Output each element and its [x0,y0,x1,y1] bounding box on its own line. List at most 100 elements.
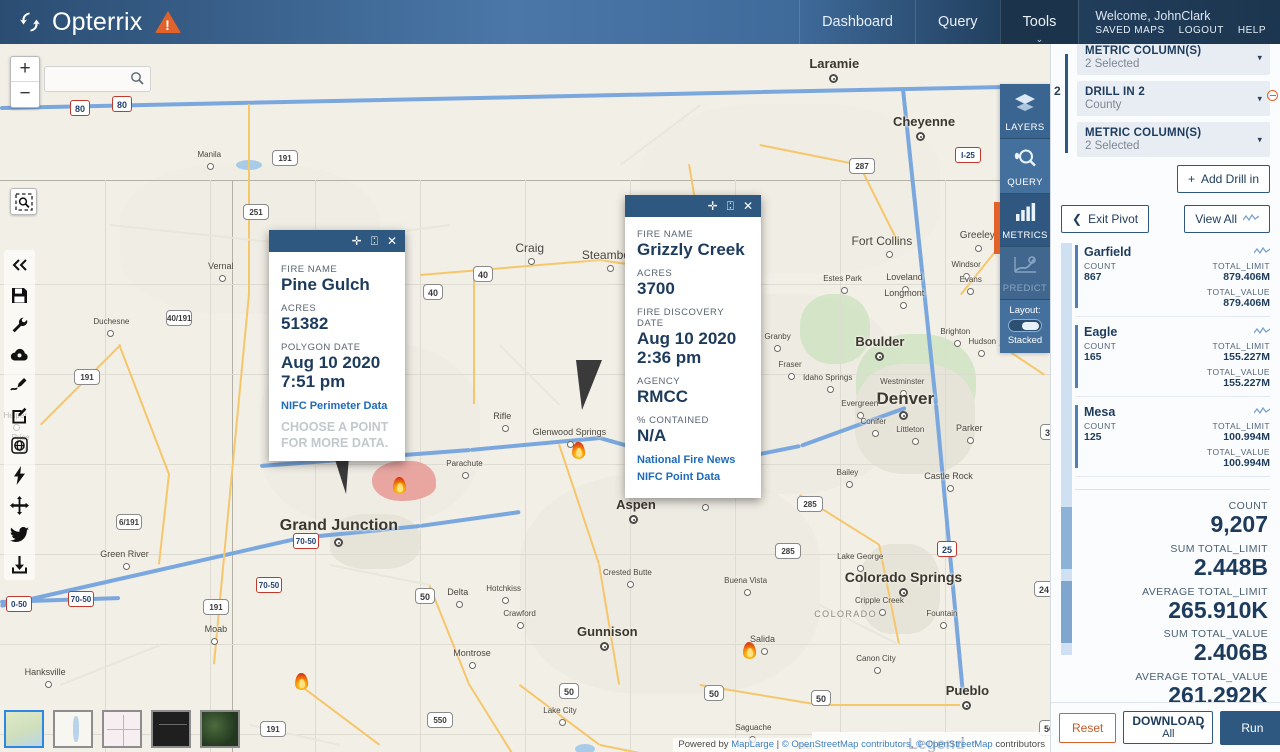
metric-columns-select-2[interactable]: METRIC COLUMN(S) 2 Selected ▾ [1077,122,1270,157]
map-canvas[interactable]: Laramie Cheyenne Fort Collins Greeley Windso… [0,44,1050,752]
maplarge-link[interactable]: MapLarge [731,739,774,750]
field-value: 51382 [281,314,329,334]
box-zoom-button[interactable] [10,188,37,215]
basemap-satellite[interactable] [200,710,240,748]
move-icon[interactable]: ✛ [352,235,362,247]
popup-titlebar[interactable]: ✛ ⍠ ✕ [269,230,405,252]
basemap-switcher[interactable] [4,710,240,748]
map-tool-tabs[interactable]: LAYERS QUERY METRICS PREDICT Layout: Sta… [994,84,1050,353]
sparkline-icon[interactable] [1253,406,1271,418]
county-row-eagle[interactable]: Eagle COUNT 165 TOTAL_LIMIT 155.227M TOT… [1075,323,1271,397]
download-icon[interactable] [8,554,32,576]
edit-note-icon[interactable] [8,404,32,426]
cloud-icon[interactable] [8,344,32,366]
popup-link[interactable]: National Fire News [637,454,749,466]
popup-pine-gulch[interactable]: ✛ ⍠ ✕ FIRE NAME Pine Gulch ACRES 51382 P… [269,230,405,462]
total-value: 9,207 [1210,511,1268,537]
osm-link-2[interactable]: © OpenStreetMap [916,739,993,750]
map-view[interactable]: Laramie Cheyenne Fort Collins Greeley Windso… [0,44,1050,752]
county-row-garfield[interactable]: Garfield COUNT 867 TOTAL_LIMIT 879.406M … [1075,243,1271,317]
wrench-icon[interactable] [8,314,32,336]
panel-scroll-area[interactable]: 2 METRIC COLUMN(S) 2 Selected ▾ DRILL IN… [1051,44,1280,702]
place-label: Conifer [860,417,887,426]
nav-tools[interactable]: Tools ⌄ [999,0,1079,44]
metric-value: 155.227M [1223,377,1270,389]
metric-columns-select-1[interactable]: METRIC COLUMN(S) 2 Selected ▾ [1077,44,1270,75]
field-value: 2 Selected [1085,140,1140,152]
run-button[interactable]: Run [1220,710,1280,745]
tab-query[interactable]: QUERY [1000,139,1050,194]
group-accent-bar [1065,54,1068,153]
city-marker [962,701,971,710]
popup-grizzly-creek[interactable]: ✛ ⍠ ✕ FIRE NAME Grizzly Creek ACRES 3700… [625,195,761,499]
city-marker [872,430,879,437]
popup-link[interactable]: NIFC Perimeter Data [281,400,393,412]
county-row-mesa[interactable]: Mesa COUNT 125 TOTAL_LIMIT 100.994M TOTA… [1075,403,1271,477]
basemap-light[interactable] [53,710,93,748]
route-shield: 25 [937,541,957,557]
saved-maps-link[interactable]: SAVED MAPS [1095,25,1164,36]
chevron-down-icon[interactable]: ▾ [1257,93,1262,104]
map-left-toolbar[interactable] [4,250,35,580]
pin-icon[interactable]: ⍠ [727,200,734,212]
place-label: Idaho Springs [802,373,853,382]
collapse-icon[interactable] [8,254,32,276]
chevron-down-icon[interactable]: ▾ [1200,722,1205,733]
city-marker [978,350,985,357]
layout-toggle-switch[interactable] [1008,319,1042,332]
place-label: Westminster [880,377,925,386]
reset-button[interactable]: Reset [1059,712,1117,743]
city-marker [627,581,634,588]
zoom-in-button[interactable]: + [11,57,39,82]
exit-pivot-button[interactable]: ❮ Exit Pivot [1061,205,1150,233]
popup-titlebar[interactable]: ✛ ⍠ ✕ [625,195,761,217]
twitter-icon[interactable] [8,524,32,546]
tab-layers-label: LAYERS [1005,122,1045,133]
zoom-out-button[interactable]: − [11,82,39,107]
remove-drill-icon[interactable] [1267,90,1278,101]
view-all-button[interactable]: View All [1184,205,1270,233]
sparkline-icon[interactable] [1253,246,1271,258]
move-icon[interactable]: ✛ [708,200,718,212]
popup-link[interactable]: NIFC Point Data [637,471,749,483]
save-icon[interactable] [8,284,32,306]
logout-link[interactable]: LOGOUT [1179,25,1224,36]
close-icon[interactable]: ✕ [387,235,397,247]
drill-in-2-select[interactable]: DRILL IN 2 County ▾ [1077,81,1278,116]
tab-metrics[interactable]: METRICS [994,194,1050,254]
chevron-down-icon[interactable]: ▾ [1257,52,1262,63]
totals-summary: COUNT 9,207 SUM TOTAL_LIMIT 2.448B AVERA… [1075,489,1270,702]
nav-query[interactable]: Query [915,0,1000,44]
field-label: % CONTAINED [637,415,709,427]
help-link[interactable]: HELP [1238,25,1266,36]
lightning-icon[interactable] [8,464,32,486]
place-label: Laramie [809,56,860,71]
draw-pencil-icon[interactable] [8,374,32,396]
metrics-gauge [1061,243,1072,655]
city-marker [761,648,768,655]
add-drill-in-button[interactable]: + Add Drill in [1176,165,1270,193]
nav-dashboard[interactable]: Dashboard [799,0,915,44]
basemap-dark[interactable] [151,710,191,748]
map-search-box[interactable] [44,66,151,92]
place-label: Parker [955,423,983,433]
sparkline-icon[interactable] [1253,326,1271,338]
globe-icon[interactable] [8,434,32,456]
warning-triangle-icon[interactable]: ! [154,10,181,34]
pin-icon[interactable]: ⍠ [371,235,378,247]
download-button[interactable]: DOWNLOAD All ▾ [1123,710,1214,745]
road-segment [298,684,380,746]
zoom-controls[interactable]: + − [10,56,40,108]
basemap-street[interactable] [4,710,44,748]
pan-move-icon[interactable] [8,494,32,516]
metric-label: COUNT [1084,261,1117,271]
osm-link-1[interactable]: © OpenStreetMap contributors [782,739,911,750]
close-icon[interactable]: ✕ [743,200,753,212]
chevron-down-icon[interactable]: ▾ [1257,134,1262,145]
layout-toggle[interactable]: Layout: Stacked [1000,300,1050,353]
route-shield: 40 [423,284,443,300]
county-metrics-list[interactable]: Garfield COUNT 867 TOTAL_LIMIT 879.406M … [1061,243,1271,702]
basemap-pale[interactable] [102,710,142,748]
tab-layers[interactable]: LAYERS [1000,84,1050,139]
brand-logo[interactable]: Opterrix [0,8,143,37]
